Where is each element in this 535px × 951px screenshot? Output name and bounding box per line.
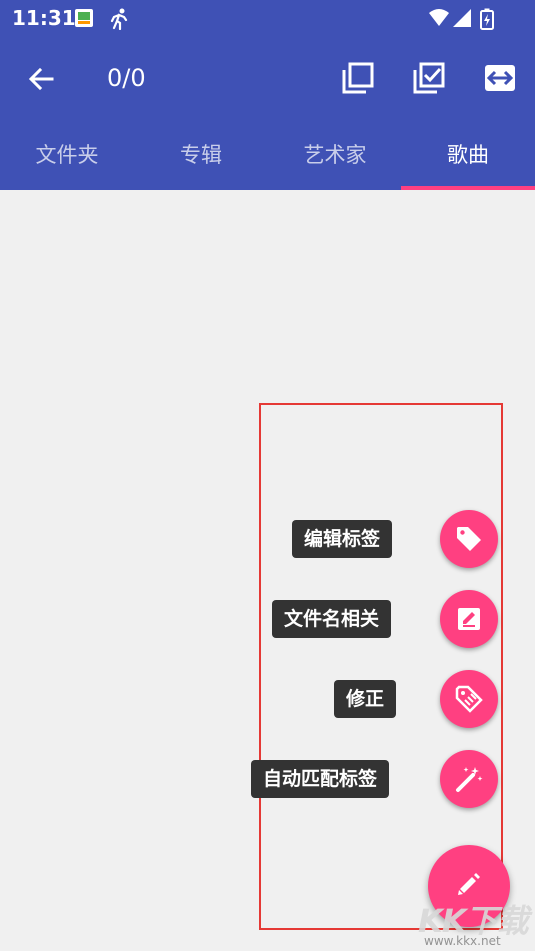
select-all-icon[interactable] (411, 60, 447, 96)
tab-bar: 文件夹 专辑 艺术家 歌曲 (0, 120, 535, 190)
wifi-icon (428, 8, 450, 28)
tab-folders[interactable]: 文件夹 (0, 120, 134, 190)
back-arrow-icon[interactable] (24, 62, 58, 96)
watermark: KK下载 www.kkx.net (418, 896, 534, 951)
status-bar: 11:31 (0, 0, 535, 36)
selection-count: 0/0 (107, 64, 146, 92)
copy-icon[interactable] (340, 60, 376, 96)
status-time: 11:31 (12, 6, 76, 30)
tab-albums[interactable]: 专辑 (134, 120, 268, 190)
swap-horizontal-icon[interactable] (482, 60, 518, 96)
tab-songs[interactable]: 歌曲 (401, 120, 535, 190)
fab-label-filename[interactable]: 文件名相关 (272, 600, 392, 638)
tab-artists[interactable]: 艺术家 (268, 120, 402, 190)
watermark-url: www.kkx.net (424, 934, 501, 948)
fab-label-edit-tags[interactable]: 编辑标签 (292, 520, 393, 558)
tag-icon[interactable] (440, 510, 498, 568)
gallery-notification-icon (74, 8, 94, 28)
tag-fix-icon[interactable] (440, 670, 498, 728)
toolbar: 0/0 (0, 36, 535, 120)
running-icon (108, 8, 128, 31)
battery-charging-icon (480, 8, 494, 30)
magic-wand-icon[interactable] (440, 750, 498, 808)
fab-label-auto-match[interactable]: 自动匹配标签 (251, 760, 390, 798)
rename-icon[interactable] (440, 590, 498, 648)
signal-icon (452, 8, 474, 28)
fab-label-fix[interactable]: 修正 (334, 680, 397, 718)
